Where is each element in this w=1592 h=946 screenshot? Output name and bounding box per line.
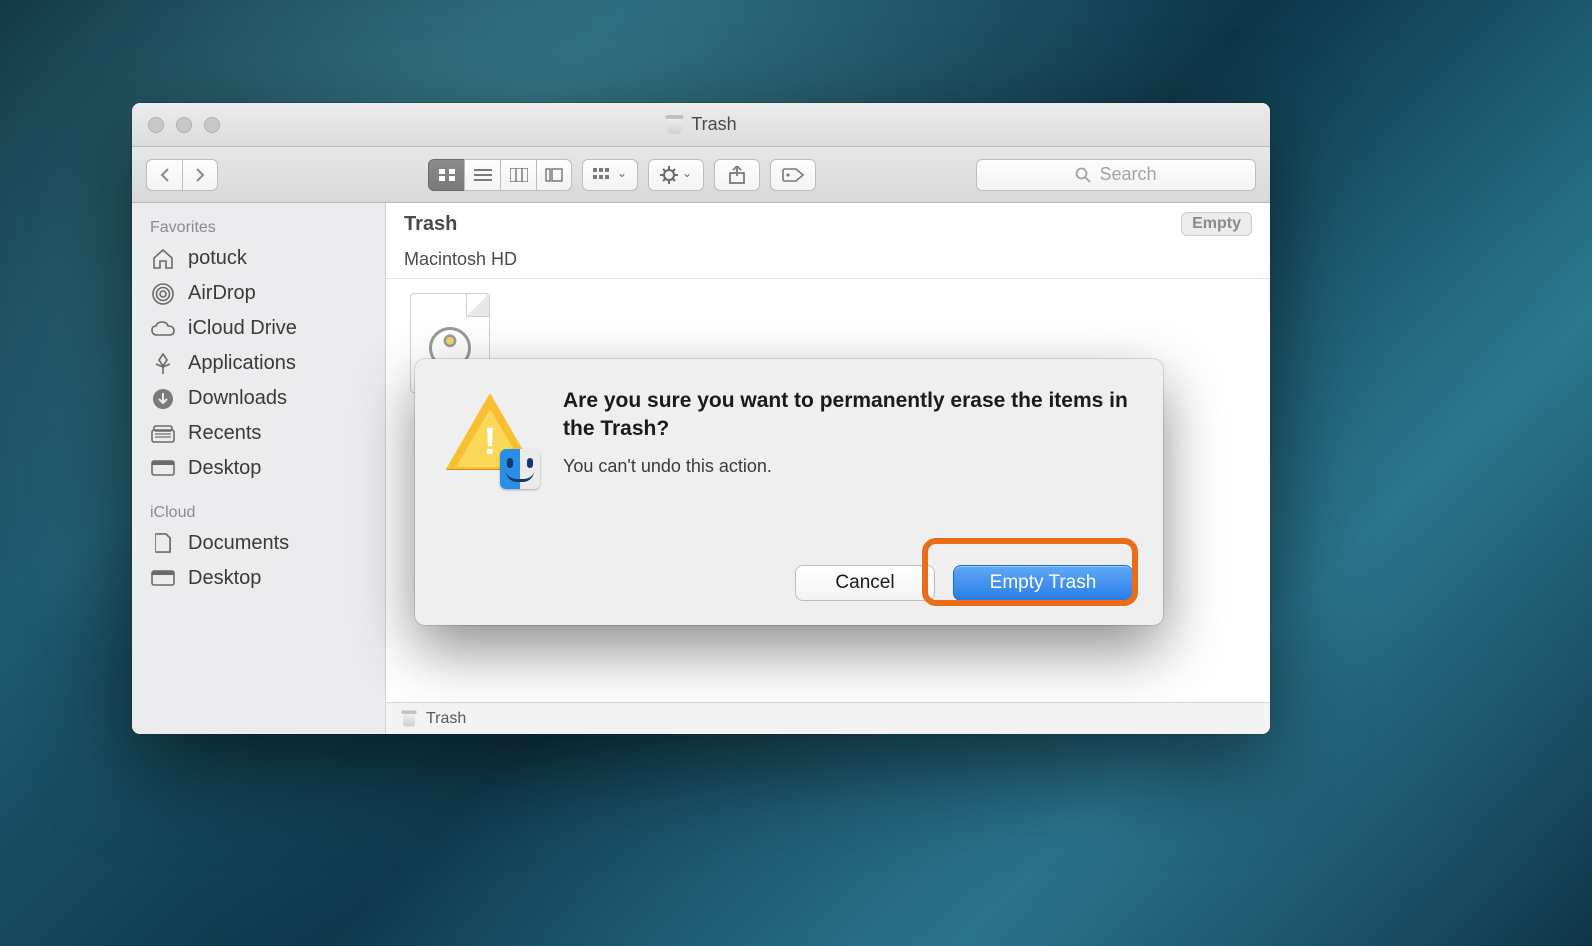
dialog-subtitle: You can't undo this action. bbox=[563, 456, 1133, 477]
tag-icon bbox=[782, 168, 804, 182]
dialog-title: Are you sure you want to permanently era… bbox=[563, 387, 1133, 444]
view-columns-button[interactable] bbox=[500, 159, 536, 191]
finder-badge-icon bbox=[500, 449, 540, 489]
titlebar: Trash bbox=[132, 103, 1270, 147]
icloud-drive-icon bbox=[150, 318, 176, 340]
path-bar: Trash bbox=[386, 702, 1270, 734]
volume-label: Macintosh HD bbox=[386, 245, 1270, 279]
sidebar-item-label: Desktop bbox=[188, 567, 261, 590]
sidebar-item-downloads[interactable]: Downloads bbox=[132, 381, 385, 416]
view-icons-button[interactable] bbox=[428, 159, 464, 191]
share-icon bbox=[729, 166, 745, 184]
action-menu-button[interactable] bbox=[648, 159, 704, 191]
view-list-button[interactable] bbox=[464, 159, 500, 191]
sidebar-item-label: iCloud Drive bbox=[188, 317, 297, 340]
documents-icon bbox=[150, 533, 176, 555]
sidebar-item-label: Desktop bbox=[188, 457, 261, 480]
close-window-button[interactable] bbox=[148, 117, 164, 133]
sidebar-item-documents[interactable]: Documents bbox=[132, 526, 385, 561]
trash-icon bbox=[665, 114, 683, 136]
sidebar: Favorites potuck AirDrop iCloud Drive bbox=[132, 203, 386, 734]
sidebar-item-label: Documents bbox=[188, 532, 289, 555]
back-button[interactable] bbox=[146, 159, 182, 191]
view-gallery-button[interactable] bbox=[536, 159, 572, 191]
columns-icon bbox=[510, 168, 528, 182]
path-bar-label: Trash bbox=[426, 710, 466, 728]
sidebar-item-airdrop[interactable]: AirDrop bbox=[132, 276, 385, 311]
group-icon bbox=[593, 168, 613, 182]
recents-icon bbox=[150, 423, 176, 445]
sidebar-item-icloud-drive[interactable]: iCloud Drive bbox=[132, 311, 385, 346]
search-icon bbox=[1075, 167, 1091, 183]
window-title: Trash bbox=[691, 114, 736, 135]
forward-button[interactable] bbox=[182, 159, 218, 191]
sidebar-item-desktop-icloud[interactable]: Desktop bbox=[132, 561, 385, 596]
gear-icon bbox=[660, 166, 678, 184]
sidebar-item-desktop[interactable]: Desktop bbox=[132, 451, 385, 486]
trash-icon bbox=[401, 709, 416, 728]
airdrop-icon bbox=[150, 283, 176, 305]
gallery-icon bbox=[545, 168, 563, 182]
confirm-empty-trash-dialog: ! Are you sure you want to permanently e… bbox=[415, 359, 1163, 625]
list-icon bbox=[474, 168, 492, 182]
sidebar-item-home[interactable]: potuck bbox=[132, 241, 385, 276]
sidebar-item-recents[interactable]: Recents bbox=[132, 416, 385, 451]
minimize-window-button[interactable] bbox=[176, 117, 192, 133]
home-icon bbox=[150, 248, 176, 270]
share-button[interactable] bbox=[714, 159, 760, 191]
empty-trash-button[interactable]: Empty Trash bbox=[953, 565, 1133, 601]
desktop-icon bbox=[150, 458, 176, 480]
sidebar-item-label: Recents bbox=[188, 422, 261, 445]
empty-trash-toolbar-button[interactable]: Empty bbox=[1181, 212, 1252, 236]
chevron-left-icon bbox=[159, 167, 171, 183]
search-input[interactable]: Search bbox=[976, 159, 1256, 191]
sidebar-item-label: AirDrop bbox=[188, 282, 256, 305]
location-title: Trash bbox=[404, 213, 457, 236]
applications-icon bbox=[150, 353, 176, 375]
sidebar-item-label: potuck bbox=[188, 247, 247, 270]
downloads-icon bbox=[150, 388, 176, 410]
desktop-icon bbox=[150, 568, 176, 590]
zoom-window-button[interactable] bbox=[204, 117, 220, 133]
search-placeholder: Search bbox=[1099, 164, 1156, 185]
toolbar: Search bbox=[132, 147, 1270, 203]
sidebar-item-label: Applications bbox=[188, 352, 296, 375]
cancel-button[interactable]: Cancel bbox=[795, 565, 935, 601]
tags-button[interactable] bbox=[770, 159, 816, 191]
sidebar-item-applications[interactable]: Applications bbox=[132, 346, 385, 381]
warning-icon: ! bbox=[446, 393, 534, 481]
grid-icon bbox=[438, 168, 456, 182]
sidebar-section-icloud: iCloud bbox=[132, 496, 385, 526]
sidebar-section-favorites: Favorites bbox=[132, 211, 385, 241]
group-by-button[interactable] bbox=[582, 159, 638, 191]
sidebar-item-label: Downloads bbox=[188, 387, 287, 410]
chevron-right-icon bbox=[194, 167, 206, 183]
